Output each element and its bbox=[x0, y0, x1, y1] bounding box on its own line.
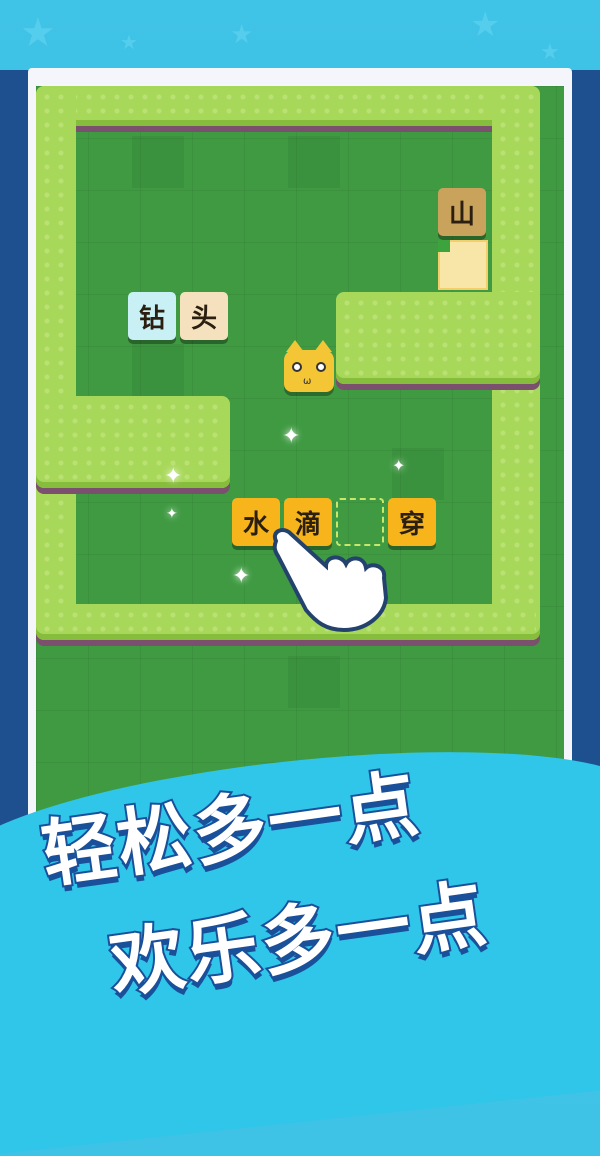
hedge-top bbox=[36, 86, 536, 126]
grass-cell bbox=[288, 136, 340, 188]
game-board: 山 钻 头 水 滴 穿 ω ✦ ✦ ✦ ✦ ✦ bbox=[36, 86, 564, 826]
grass-cell bbox=[132, 344, 184, 396]
right-side-panel bbox=[570, 70, 600, 830]
cat-icon: ω bbox=[284, 340, 334, 392]
star-icon: ★ bbox=[20, 10, 56, 56]
cat-ear bbox=[286, 340, 304, 352]
hand-pointer-icon bbox=[272, 528, 389, 633]
star-icon: ★ bbox=[540, 40, 560, 65]
grass-cell bbox=[132, 136, 184, 188]
cat-mouth: ω bbox=[303, 376, 312, 387]
cat-eye bbox=[292, 362, 302, 372]
sparkle-icon: ✦ bbox=[164, 464, 183, 489]
grass-cell bbox=[288, 656, 340, 708]
sparkle-icon: ✦ bbox=[392, 456, 406, 475]
sparkle-icon: ✦ bbox=[166, 506, 178, 522]
hedge-left-block bbox=[36, 396, 230, 488]
cat-ear bbox=[314, 340, 332, 352]
sparkle-icon: ✦ bbox=[282, 424, 301, 449]
goal-marker bbox=[438, 240, 450, 252]
sparkle-icon: ✦ bbox=[232, 564, 251, 589]
cat-eye bbox=[316, 362, 326, 372]
star-icon: ★ bbox=[230, 20, 254, 50]
star-icon: ★ bbox=[470, 5, 501, 45]
tile-shan[interactable]: 山 bbox=[438, 188, 486, 236]
tile-tou[interactable]: 头 bbox=[180, 292, 228, 340]
star-icon: ★ bbox=[120, 30, 138, 54]
tile-zuan[interactable]: 钻 bbox=[128, 292, 176, 340]
hedge-left bbox=[36, 86, 76, 636]
hedge-right-block bbox=[336, 292, 540, 384]
left-side-panel bbox=[0, 70, 30, 830]
